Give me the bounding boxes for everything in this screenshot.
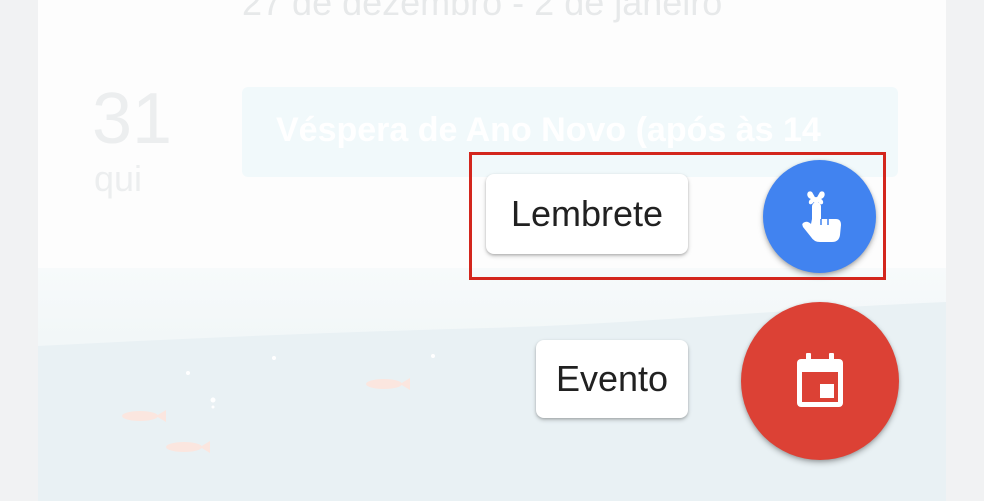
reminder-finger-icon bbox=[801, 190, 841, 242]
reminder-fab-button[interactable] bbox=[763, 160, 876, 273]
day-name: qui bbox=[94, 158, 143, 199]
fish-icon bbox=[122, 410, 166, 422]
calendar-icon bbox=[797, 353, 843, 407]
screen-edge-left bbox=[0, 0, 38, 501]
fish-icon bbox=[166, 441, 210, 453]
event-fab-button[interactable] bbox=[741, 302, 899, 460]
event-title: Véspera de Ano Novo (após às 14 bbox=[276, 111, 821, 149]
fish-icon bbox=[366, 378, 410, 390]
event-label-button[interactable]: Evento bbox=[536, 340, 688, 418]
screen-edge-right bbox=[946, 0, 984, 501]
reminder-label-button[interactable]: Lembrete bbox=[486, 174, 688, 254]
week-range-header: 27 de dezembro - 2 de janeiro bbox=[242, 0, 723, 23]
day-number: 31 bbox=[92, 79, 173, 159]
